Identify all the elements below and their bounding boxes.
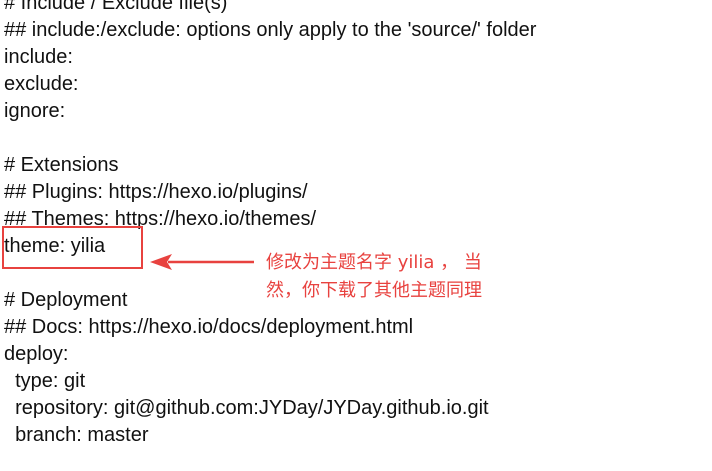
deploy-branch-line: branch: master	[4, 424, 149, 446]
theme-highlight-box	[2, 226, 143, 269]
config-text-area: # Include / Exclude file(s) ## include:/…	[4, 0, 712, 449]
deploy-type-line: type: git	[4, 370, 86, 392]
comment-line: ## Plugins: https://hexo.io/plugins/	[4, 181, 308, 203]
screenshot-canvas: { "config_lines": [ "# Include / Exclude…	[0, 0, 712, 471]
comment-line: # Extensions	[4, 154, 119, 176]
comment-line: ## include:/exclude: options only apply …	[4, 19, 537, 41]
arrow-left-icon	[150, 254, 254, 270]
include-line: include:	[4, 46, 73, 68]
deploy-repository-line: repository: git@github.com:JYDay/JYDay.g…	[4, 397, 489, 419]
ignore-line: ignore:	[4, 100, 66, 122]
annotation-note: 修改为主题名字 yilia ， 当然，你下载了其他主题同理	[266, 252, 482, 301]
comment-line: # Include / Exclude file(s)	[4, 0, 228, 14]
deploy-line: deploy:	[4, 343, 69, 365]
exclude-line: exclude:	[4, 73, 79, 95]
comment-line: ## Docs: https://hexo.io/docs/deployment…	[4, 316, 414, 338]
